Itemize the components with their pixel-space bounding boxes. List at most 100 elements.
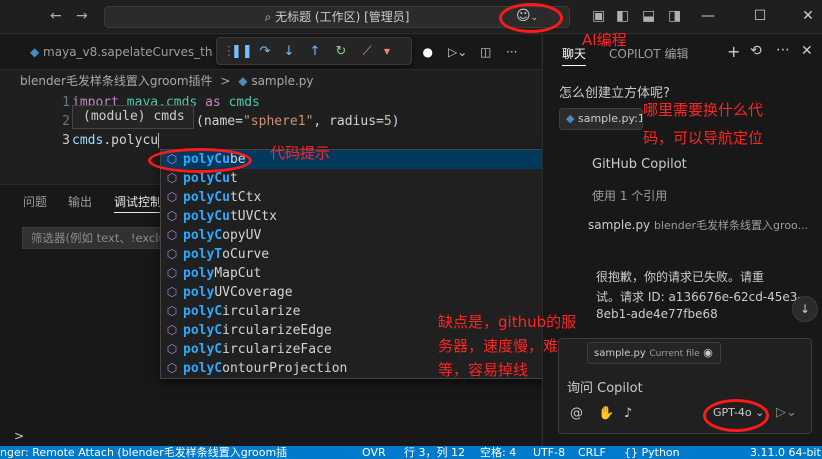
cursor-position[interactable]: 行 3，列 12 [404, 446, 465, 459]
overtype-mode[interactable]: OVR [362, 446, 386, 459]
suggestion-label: polyToCurve [183, 247, 270, 262]
tab-output[interactable]: 输出 [68, 193, 92, 210]
annotation-navigate: 码，可以导航定位 [643, 129, 764, 147]
close-icon[interactable]: ✕ [801, 43, 813, 59]
suggestion-item[interactable]: ⬡ polyCutUVCtx [161, 207, 591, 226]
end-of-line[interactable]: CRLF [578, 446, 606, 459]
tab-problems[interactable]: 问题 [23, 193, 47, 210]
annotation-navigate: 哪里需要换什么代 [643, 101, 764, 119]
reference-chip[interactable]: ◆ sample.py:1 [559, 108, 643, 130]
breadcrumb-separator: > [220, 74, 231, 88]
annotation-hint: 代码提示 [270, 144, 331, 162]
code-line-3: cmds.polycu [72, 133, 160, 148]
breadcrumb-file[interactable]: sample.py [251, 74, 313, 88]
line-number: 2 [62, 114, 70, 129]
annotation-drawback: 缺点是，github的服 [438, 313, 577, 331]
method-icon: ⬡ [166, 342, 178, 356]
tab-debug-console[interactable]: 调试控制 [114, 193, 163, 213]
split-editor-icon[interactable]: ◫ [480, 35, 491, 70]
language-mode[interactable]: {} Python [624, 446, 680, 459]
line-number: 1 [62, 95, 70, 110]
debug-toolbar: ⋮ ❚❚ ↷ ↓ ↑ ↻ ⟋ ▼ [216, 37, 412, 65]
chevron-down-icon[interactable]: ▼ [377, 42, 397, 62]
restart-icon[interactable]: ↻ [331, 42, 351, 62]
disconnect-icon[interactable]: ⟋ [357, 42, 377, 62]
python-file-icon: ◆ [238, 74, 248, 88]
more-actions-icon[interactable]: ··· [506, 35, 517, 70]
python-file-icon: ◆ [30, 45, 44, 59]
suggestion-item[interactable]: ⬡ polyCutCtx [161, 188, 591, 207]
python-interpreter[interactable]: 3.11.0 64-bit [750, 446, 821, 459]
console-prompt-icon: > [14, 429, 25, 443]
toggle-panel-icon[interactable]: ⬓ [642, 8, 655, 24]
current-file-chip[interactable]: sample.py Current file ◉ [587, 342, 721, 364]
indentation[interactable]: 空格: 4 [480, 446, 516, 459]
more-actions-icon[interactable]: ⋯ [776, 42, 790, 58]
annotation-ring-model [703, 399, 769, 432]
unsaved-dot-icon[interactable]: ● [423, 45, 433, 59]
tab-maya-file[interactable]: ◆ maya_v8.sapelateCurves_th [30, 35, 220, 70]
eye-icon[interactable]: ◉ [703, 346, 713, 359]
method-icon: ⬡ [166, 285, 178, 299]
annotation-ring-copilot [499, 3, 563, 33]
suggestion-item[interactable]: ⬡ polyCut [161, 169, 591, 188]
step-out-icon[interactable]: ↑ [305, 42, 325, 62]
suggestion-label: polyContourProjection [183, 361, 348, 376]
send-icon[interactable]: ▷⌄ [776, 405, 797, 420]
annotation-ring-suggestion [148, 148, 252, 173]
step-over-icon[interactable]: ↷ [255, 42, 275, 62]
suggestion-label: polyMapCut [183, 266, 262, 281]
encoding[interactable]: UTF-8 [533, 446, 565, 459]
text-cursor [158, 133, 160, 148]
pause-icon[interactable]: ❚❚ [231, 42, 253, 62]
forward-arrow-icon[interactable]: → [76, 8, 88, 24]
code-line-2: (name="sphere1", radius=5) [196, 114, 400, 129]
maximize-button[interactable]: ☐ [750, 6, 770, 26]
back-arrow-icon[interactable]: ← [50, 8, 62, 24]
reference-item[interactable]: sample.py blender毛发样条线置入groo... [588, 217, 808, 233]
method-icon: ⬡ [166, 247, 178, 261]
step-into-icon[interactable]: ↓ [279, 42, 299, 62]
minimize-button[interactable]: — [698, 6, 718, 26]
run-icon[interactable]: ▷⌄ [448, 35, 467, 70]
suggestion-label: polyCutUVCtx [183, 209, 277, 224]
suggestion-item[interactable]: ⬡ polyToCurve [161, 245, 591, 264]
suggestion-label: polyCopyUV [183, 228, 262, 243]
suggestion-item[interactable]: ⬡ polyUVCoverage [161, 283, 591, 302]
method-icon: ⬡ [166, 209, 178, 223]
toggle-sidebar-icon[interactable]: ◧ [616, 8, 629, 24]
line-number: 3 [62, 133, 70, 148]
method-icon: ⬡ [166, 190, 178, 204]
method-icon: ⬡ [166, 323, 178, 337]
new-chat-icon[interactable]: + [727, 42, 740, 61]
annotation-drawback: 务器，速度慢，难 [438, 337, 559, 355]
status-bar: nger: Remote Attach (blender毛发样条线置入groom… [0, 446, 822, 459]
history-icon[interactable]: ⟲ [750, 43, 762, 59]
breadcrumb: blender毛发样条线置入groom插件 > ◆ sample.py [0, 70, 541, 92]
attach-icon[interactable]: ✋ [598, 406, 614, 421]
remote-status[interactable]: nger: Remote Attach (blender毛发样条线置入groom… [0, 446, 287, 459]
suggestion-label: polyCircularizeEdge [183, 323, 332, 338]
breadcrumb-folder[interactable]: blender毛发样条线置入groom插件 [20, 74, 213, 88]
annotation-ai: AI编程 [582, 31, 627, 49]
search-icon: ⌕ [264, 10, 276, 24]
error-message-line: 很抱歉，你的请求已失败。请重 [596, 270, 765, 284]
method-icon: ⬡ [166, 304, 178, 318]
error-message-line: 试。请求 ID: a136676e-62cd-45e3- [596, 290, 802, 304]
used-references[interactable]: 使用 1 个引用 [592, 187, 667, 204]
mention-icon[interactable]: @ [570, 406, 583, 421]
microphone-icon[interactable]: ♪ [624, 406, 632, 421]
chat-input[interactable]: 询问 Copilot [567, 377, 643, 396]
copilot-name: GitHub Copilot [592, 157, 687, 172]
hover-tooltip: (module) cmds [72, 105, 194, 129]
suggestion-item[interactable]: ⬡ polyCopyUV [161, 226, 591, 245]
close-button[interactable]: ✕ [798, 6, 818, 26]
suggestion-label: polyCircularizeFace [183, 342, 332, 357]
method-icon: ⬡ [166, 361, 178, 375]
toggle-secondary-sidebar-icon[interactable]: ◨ [668, 8, 681, 24]
scroll-down-icon[interactable]: ↓ [792, 296, 818, 322]
suggestion-label: polyCutCtx [183, 190, 262, 205]
suggestion-label: polyUVCoverage [183, 285, 293, 300]
suggestion-item[interactable]: ⬡ polyMapCut [161, 264, 591, 283]
customize-layout-icon[interactable]: ▣ [592, 8, 605, 24]
